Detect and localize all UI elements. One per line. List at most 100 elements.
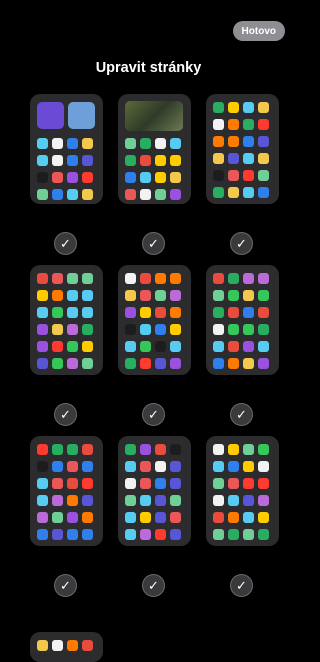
app-icon bbox=[213, 187, 224, 198]
page-selected-checkmark[interactable]: ✓ bbox=[142, 574, 165, 597]
app-icon bbox=[67, 529, 78, 540]
page-selected-checkmark[interactable]: ✓ bbox=[142, 232, 165, 255]
app-icon bbox=[125, 358, 136, 369]
app-icon bbox=[170, 172, 181, 183]
app-icon bbox=[258, 444, 269, 455]
app-icon bbox=[170, 529, 181, 540]
app-icon bbox=[170, 512, 181, 523]
app-icon bbox=[228, 341, 239, 352]
app-icon bbox=[52, 512, 63, 523]
home-page-thumbnail[interactable] bbox=[118, 265, 191, 375]
page-selected-checkmark[interactable]: ✓ bbox=[54, 574, 77, 597]
home-page-thumbnail[interactable] bbox=[118, 94, 191, 204]
app-icon bbox=[82, 307, 93, 318]
app-icon bbox=[213, 358, 224, 369]
photo-widget-thumbnail bbox=[125, 101, 183, 131]
page-selected-checkmark[interactable]: ✓ bbox=[54, 403, 77, 426]
home-page-thumbnail-partial[interactable] bbox=[30, 632, 103, 662]
app-icon bbox=[67, 155, 78, 166]
app-icon bbox=[243, 358, 254, 369]
app-icon bbox=[213, 273, 224, 284]
app-icon bbox=[67, 307, 78, 318]
app-icon bbox=[170, 358, 181, 369]
app-icon bbox=[213, 512, 224, 523]
app-icon bbox=[213, 529, 224, 540]
app-icon bbox=[258, 290, 269, 301]
app-icon bbox=[140, 138, 151, 149]
app-icon bbox=[82, 155, 93, 166]
done-button[interactable]: Hotovo bbox=[232, 21, 285, 41]
app-icon bbox=[125, 478, 136, 489]
app-icon bbox=[140, 189, 151, 200]
page-selected-checkmark[interactable]: ✓ bbox=[230, 403, 253, 426]
app-icon bbox=[52, 444, 63, 455]
app-icon bbox=[243, 444, 254, 455]
app-icon bbox=[243, 495, 254, 506]
app-icon bbox=[258, 358, 269, 369]
app-icon bbox=[213, 478, 224, 489]
home-page-thumbnail[interactable] bbox=[206, 436, 279, 546]
app-icon bbox=[140, 444, 151, 455]
app-icon bbox=[67, 444, 78, 455]
app-icon bbox=[52, 358, 63, 369]
app-icon bbox=[155, 461, 166, 472]
app-icon bbox=[170, 307, 181, 318]
app-icon bbox=[52, 478, 63, 489]
app-icon bbox=[155, 273, 166, 284]
app-icon bbox=[228, 290, 239, 301]
app-icon bbox=[170, 189, 181, 200]
page-selected-checkmark[interactable]: ✓ bbox=[142, 403, 165, 426]
app-icon bbox=[213, 495, 224, 506]
app-icon bbox=[258, 119, 269, 130]
app-icon bbox=[155, 358, 166, 369]
app-icon bbox=[82, 358, 93, 369]
app-icon bbox=[140, 358, 151, 369]
home-page-thumbnail[interactable] bbox=[30, 94, 103, 204]
app-icon bbox=[52, 495, 63, 506]
page-selected-checkmark[interactable]: ✓ bbox=[230, 232, 253, 255]
app-icon bbox=[140, 478, 151, 489]
app-icon bbox=[258, 461, 269, 472]
app-icon bbox=[258, 273, 269, 284]
page-selected-checkmark[interactable]: ✓ bbox=[230, 574, 253, 597]
app-icon bbox=[243, 102, 254, 113]
page-cell: ✓ bbox=[206, 265, 279, 436]
app-icon bbox=[125, 341, 136, 352]
home-page-thumbnail[interactable] bbox=[206, 94, 279, 204]
app-icon bbox=[155, 478, 166, 489]
app-icon bbox=[37, 155, 48, 166]
app-icon bbox=[155, 495, 166, 506]
pages-grid: ✓ ✓ ✓ ✓ ✓ ✓ ✓ ✓ ✓ bbox=[30, 94, 279, 607]
app-icon bbox=[228, 529, 239, 540]
app-icons-grid bbox=[37, 273, 96, 369]
app-icon bbox=[125, 512, 136, 523]
app-icon bbox=[243, 529, 254, 540]
app-icons-grid bbox=[213, 444, 272, 540]
app-icon bbox=[170, 444, 181, 455]
app-icon bbox=[125, 444, 136, 455]
page-selected-checkmark[interactable]: ✓ bbox=[54, 232, 77, 255]
page-cell: ✓ bbox=[30, 436, 103, 607]
app-icon bbox=[125, 495, 136, 506]
app-icon bbox=[228, 187, 239, 198]
home-page-thumbnail[interactable] bbox=[30, 265, 103, 375]
app-icon bbox=[213, 119, 224, 130]
home-page-thumbnail[interactable] bbox=[206, 265, 279, 375]
app-icon bbox=[52, 189, 63, 200]
app-icon bbox=[228, 273, 239, 284]
app-icon bbox=[155, 324, 166, 335]
app-icon bbox=[228, 512, 239, 523]
home-page-thumbnail[interactable] bbox=[118, 436, 191, 546]
app-icon bbox=[67, 478, 78, 489]
app-icon bbox=[243, 307, 254, 318]
app-icon bbox=[82, 341, 93, 352]
home-page-thumbnail[interactable] bbox=[30, 436, 103, 546]
app-icon bbox=[82, 138, 93, 149]
app-icon bbox=[125, 273, 136, 284]
app-icon bbox=[258, 170, 269, 181]
app-icon bbox=[52, 324, 63, 335]
app-icon bbox=[155, 172, 166, 183]
app-icon bbox=[52, 461, 63, 472]
app-icon bbox=[37, 189, 48, 200]
widget-thumbnail bbox=[68, 102, 95, 129]
